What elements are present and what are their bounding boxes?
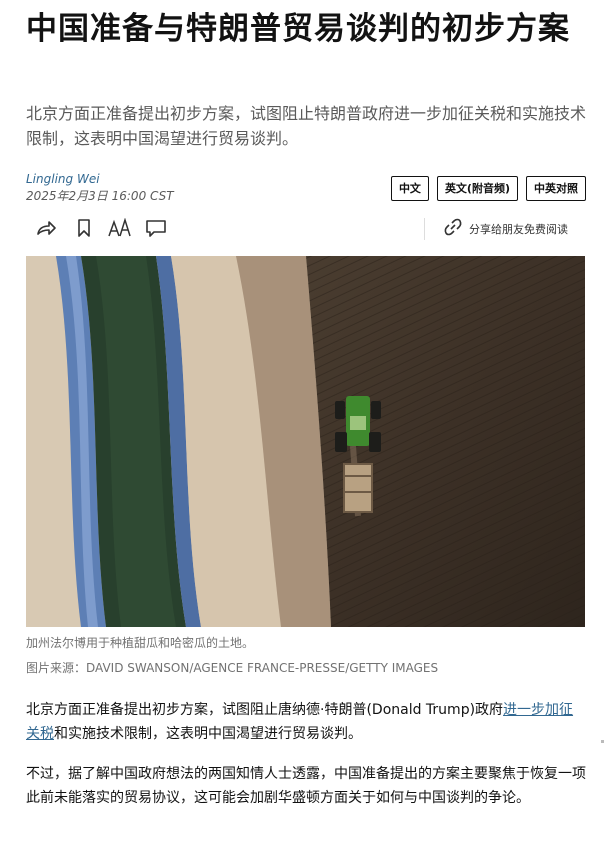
- lead-photo: [26, 256, 585, 627]
- toolbar-divider: [424, 218, 425, 240]
- comment-icon[interactable]: [144, 216, 168, 240]
- text-size-icon[interactable]: [108, 216, 132, 240]
- share-gift-button[interactable]: 分享给朋友免费阅读: [443, 217, 568, 240]
- p1-text-before: 北京方面正准备提出初步方案，试图阻止唐纳德·特朗普(Donald Trump)政…: [26, 702, 504, 718]
- p1-text-after: 和实施技术限制，这表明中国渴望进行贸易谈判。: [54, 726, 362, 742]
- publish-date: 2025年2月3日 16:00 CST: [26, 189, 174, 203]
- photo-credit: 图片来源：DAVID SWANSON/AGENCE FRANCE-PRESSE/…: [26, 661, 439, 675]
- lang-english-audio-button[interactable]: 英文(附音频): [436, 176, 518, 201]
- body-paragraph-1: 北京方面正准备提出初步方案，试图阻止唐纳德·特朗普(Donald Trump)政…: [26, 698, 586, 746]
- photo-caption: 加州法尔博用于种植甜瓜和哈密瓜的土地。: [26, 636, 255, 650]
- summary: 北京方面正准备提出初步方案，试图阻止特朗普政府进一步加征关税和实施技术限制，这表…: [26, 104, 587, 148]
- lang-chinese-button[interactable]: 中文: [390, 176, 429, 201]
- lang-bilingual-button[interactable]: 中英对照: [526, 176, 586, 201]
- author-link[interactable]: Lingling Wei: [26, 172, 174, 186]
- article-toolbar: 分享给朋友免费阅读: [26, 214, 586, 242]
- share-label: 分享给朋友免费阅读: [469, 222, 568, 236]
- link-icon: [443, 217, 463, 240]
- byline: Lingling Wei 2025年2月3日 16:00 CST: [26, 172, 174, 203]
- body-paragraph-2: 不过，据了解中国政府想法的两国知情人士透露，中国准备提出的方案主要聚焦于恢复一项…: [26, 766, 586, 806]
- bookmark-icon[interactable]: [72, 216, 96, 240]
- headline: 中国准备与特朗普贸易谈判的初步方案: [26, 11, 570, 47]
- share-arrow-icon[interactable]: [34, 216, 58, 240]
- language-switcher: 中文 英文(附音频) 中英对照: [390, 176, 586, 201]
